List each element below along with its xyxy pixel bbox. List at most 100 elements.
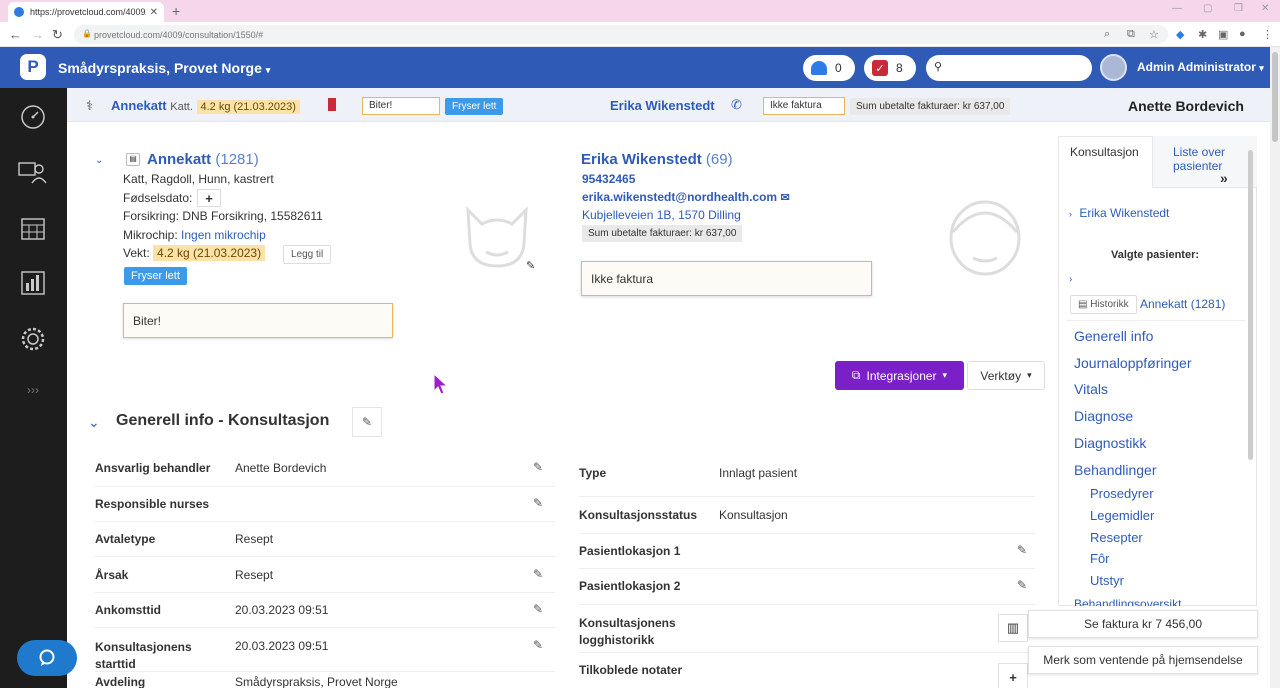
panel-patient-link[interactable]: Annekatt (1281) (1140, 297, 1225, 311)
external-link-icon: ⧉ (851, 368, 861, 382)
history-button[interactable]: ▤ Historikk (1070, 295, 1137, 314)
microchip-value[interactable]: Ingen mikrochip (181, 228, 266, 242)
field-label: Konsultasjonsstatus (579, 508, 698, 522)
field-row: Pasientlokasjon 1 ✎ (579, 534, 1035, 569)
avatar[interactable] (1100, 54, 1127, 81)
edit-patient-icon[interactable]: ✎ (526, 259, 535, 272)
notebook-icon[interactable]: ▤ (126, 153, 140, 166)
tools-button[interactable]: Verktøy ▾ (967, 361, 1045, 390)
extensions-icon[interactable]: ✱ (1198, 28, 1207, 41)
nav-legemidler[interactable]: Legemidler (1090, 508, 1154, 523)
owner-alert-note[interactable]: Ikke faktura (581, 261, 872, 296)
view-invoice-button[interactable]: Se faktura kr 7 456,00 (1028, 610, 1258, 638)
patient-name: Annekatt (147, 151, 212, 168)
field-row: Responsible nurses ✎ (95, 487, 555, 522)
nav-cut-item-wrap: Behandlingsoversikt (1074, 598, 1204, 606)
patient-alert-note[interactable]: Biter! (123, 303, 393, 338)
nav-journal[interactable]: Journaloppføringer (1074, 355, 1192, 371)
nav-behandlingsoversikt[interactable]: Behandlingsoversikt (1074, 598, 1181, 606)
consultations-icon[interactable] (18, 157, 48, 187)
page-scrollbar[interactable] (1270, 47, 1280, 688)
nav-generell-info[interactable]: Generell info (1074, 328, 1153, 344)
url-field[interactable]: 🔒 provetcloud.com/4009/consultation/1550… (74, 25, 1168, 44)
person-avatar-icon (947, 198, 1023, 281)
chat-button[interactable] (17, 640, 77, 676)
nav-diagnose[interactable]: Diagnose (1074, 408, 1133, 424)
nav-diagnostikk[interactable]: Diagnostikk (1074, 435, 1146, 451)
nav-utstyr[interactable]: Utstyr (1090, 573, 1124, 588)
patient-tag: Fryser lett (124, 267, 187, 285)
new-tab-button[interactable]: + (172, 3, 180, 19)
strip-patient[interactable]: Annekatt Katt. 4.2 kg (21.03.2023) (111, 98, 300, 114)
field-label: Pasientlokasjon 1 (579, 544, 681, 558)
strip-owner-name[interactable]: Erika Wikenstedt (610, 98, 715, 113)
edit-section-button[interactable]: ✎ (352, 407, 382, 437)
add-note-button[interactable]: + (998, 663, 1028, 688)
restore-icon[interactable]: ❐ (1234, 3, 1243, 14)
reports-icon[interactable] (18, 268, 48, 298)
pencil-icon[interactable]: ✎ (533, 602, 543, 616)
nav-resepter[interactable]: Resepter (1090, 530, 1143, 545)
chevron-right-icon[interactable]: › (1069, 274, 1072, 285)
notifications-button[interactable]: 0 (803, 55, 855, 81)
integrations-button[interactable]: ⧉ Integrasjoner ▾ (835, 361, 964, 390)
close-window-icon[interactable]: ✕ (1261, 3, 1269, 14)
cursor-icon (433, 372, 449, 398)
pencil-icon[interactable]: ✎ (1017, 578, 1027, 592)
tasks-button[interactable]: ✓ 8 (864, 55, 916, 81)
bookmark-star-icon[interactable]: ☆ (1149, 28, 1159, 41)
nav-prosedyrer[interactable]: Prosedyrer (1090, 486, 1154, 501)
field-value: Innlagt pasient (719, 466, 798, 480)
owner-link-row[interactable]: › Erika Wikenstedt (1069, 206, 1169, 220)
maximize-icon[interactable]: ▢ (1203, 3, 1212, 14)
panel-scrollbar[interactable] (1248, 150, 1253, 460)
add-dob-button[interactable]: + (197, 189, 221, 207)
settings-gear-icon[interactable] (18, 324, 48, 354)
profile-icon[interactable]: ● (1239, 28, 1246, 40)
tab-consultation[interactable]: Konsultasjon (1058, 136, 1153, 188)
owner-address[interactable]: Kubjelleveien 1B, 1570 Dilling (582, 208, 741, 222)
zoom-icon[interactable]: ⌕ (1104, 28, 1110, 41)
strip-owner-note: Ikke faktura (763, 97, 845, 115)
nav-behandlinger[interactable]: Behandlinger (1074, 462, 1157, 478)
log-history-button[interactable]: ▥ (998, 614, 1028, 642)
pencil-icon[interactable]: ✎ (533, 496, 543, 510)
owner-phone[interactable]: 95432465 (582, 172, 635, 186)
forward-icon[interactable]: → (31, 27, 44, 42)
org-switcher[interactable]: Smådyrspraksis, Provet Norge ▾ (58, 60, 270, 76)
nav-vitals[interactable]: Vitals (1074, 381, 1108, 397)
close-tab-icon[interactable]: ✕ (150, 7, 158, 18)
expand-sidebar-icon[interactable]: ››› (18, 375, 48, 405)
header-search-input[interactable] (926, 55, 1092, 81)
nav-for[interactable]: Fôr (1090, 551, 1110, 566)
pencil-icon[interactable]: ✎ (1017, 543, 1027, 557)
add-weight-button[interactable]: Legg til (283, 245, 332, 264)
collapse-chevron-icon[interactable]: ⌄ (95, 155, 103, 166)
install-icon[interactable]: ⧉ (1127, 28, 1135, 41)
pencil-icon[interactable]: ✎ (533, 638, 543, 652)
sidepanel-icon[interactable]: ▣ (1218, 28, 1228, 41)
browser-tab[interactable]: https://provetcloud.com/4009/c ✕ (8, 2, 164, 22)
tab-patient-list[interactable]: Liste over pasienter (1153, 136, 1257, 188)
owner-name-link[interactable]: Erika Wikenstedt (69) (581, 151, 733, 168)
mark-waiting-button[interactable]: Merk som ventende på hjemsendelse (1028, 646, 1258, 674)
owner-email-link[interactable]: erika.wikenstedt@nordhealth.com ✉ (582, 190, 790, 204)
calendar-icon[interactable] (18, 213, 48, 243)
minimize-icon[interactable]: — (1172, 3, 1182, 14)
extension-provet-icon[interactable]: ◆ (1176, 28, 1184, 41)
phone-icon[interactable]: ✆ (731, 97, 742, 113)
provet-logo-icon[interactable]: P (20, 54, 46, 80)
browser-menu-icon[interactable]: ⋮ (1262, 28, 1273, 41)
stethoscope-icon: ⚕ (86, 98, 94, 113)
user-name: Admin Administrator (1137, 60, 1256, 74)
section-collapse-icon[interactable]: ⌄ (88, 414, 100, 431)
pencil-icon[interactable]: ✎ (533, 567, 543, 581)
back-icon[interactable]: ← (9, 27, 22, 42)
reload-icon[interactable]: ↻ (52, 27, 63, 43)
patient-name-link[interactable]: Annekatt (1281) (147, 151, 259, 168)
pencil-icon[interactable]: ✎ (533, 460, 543, 474)
log-icon: ▥ (1006, 620, 1020, 635)
user-menu[interactable]: Admin Administrator ▾ (1137, 60, 1264, 74)
double-chevron-right-icon[interactable]: » (1220, 170, 1228, 186)
dashboard-icon[interactable] (18, 102, 48, 132)
